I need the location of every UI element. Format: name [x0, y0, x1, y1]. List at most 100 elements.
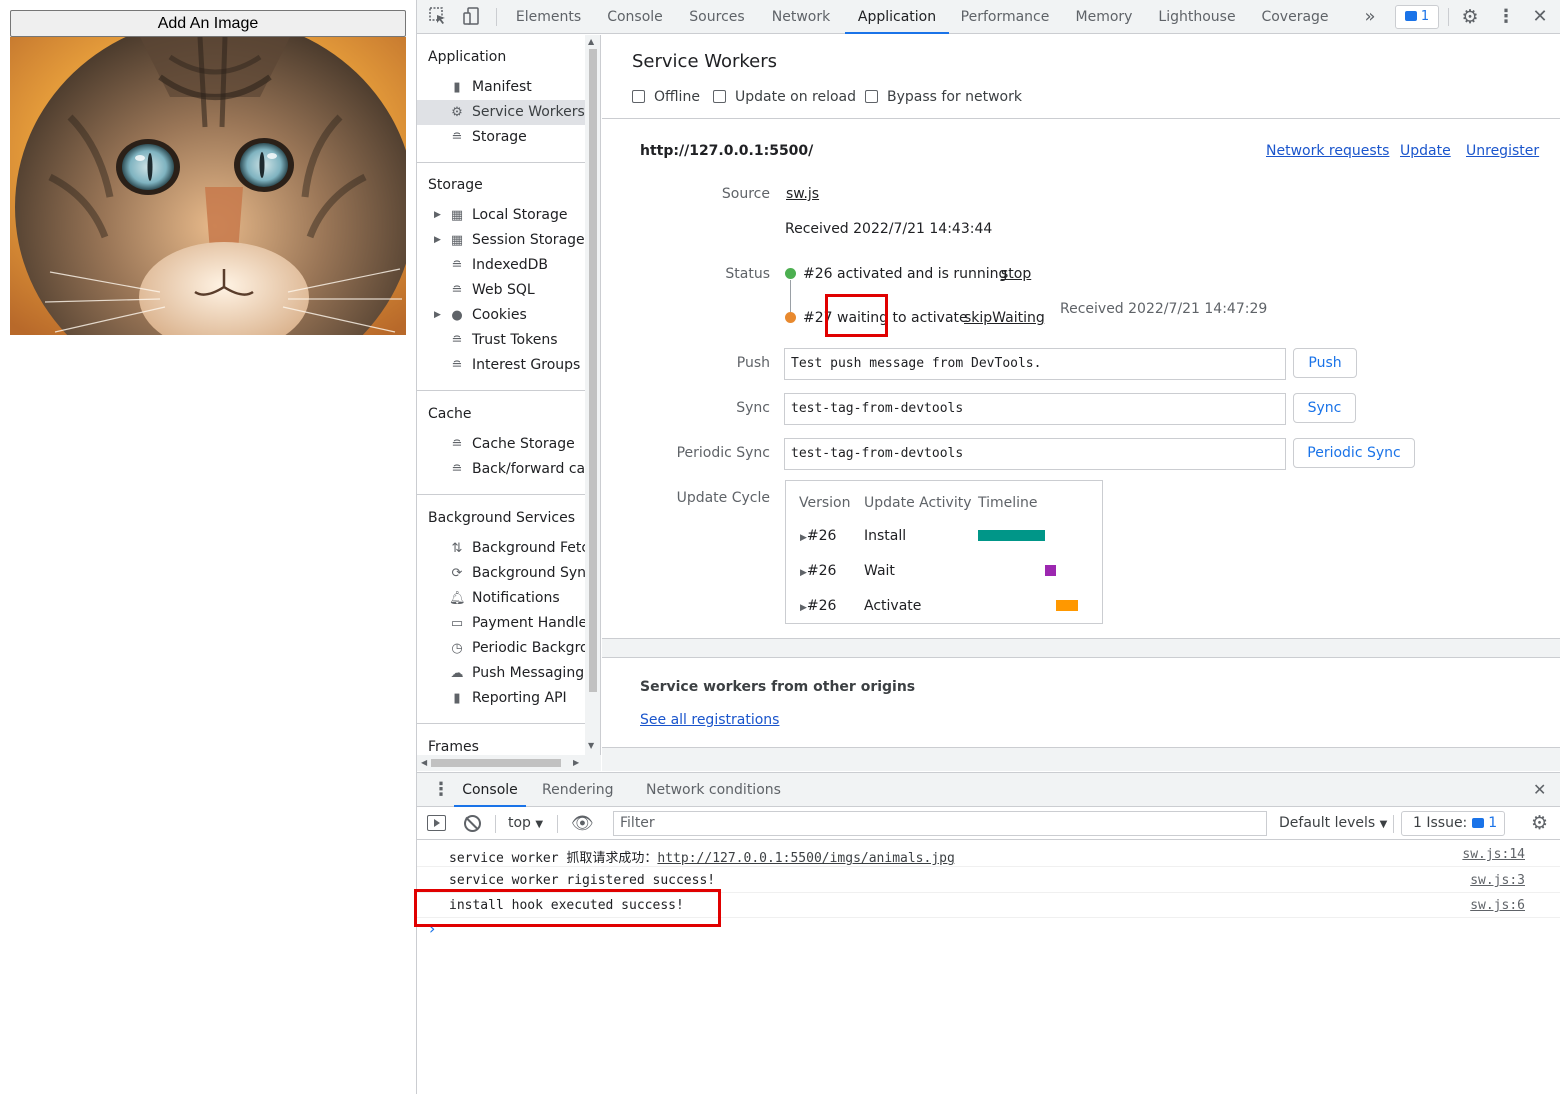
- sidebar-item-local-storage[interactable]: ▶ ▦ Local Storage: [417, 203, 585, 228]
- issue-message-icon: [1471, 818, 1484, 828]
- source-label: Source: [721, 186, 770, 202]
- sidebar-item-background-fetch[interactable]: ⇅Background Fetch: [417, 536, 585, 561]
- received-timestamp: Received 2022/7/21 14:43:44: [785, 221, 993, 237]
- settings-gear-icon[interactable]: ⚙: [1459, 6, 1481, 28]
- drawer-tab-console[interactable]: Console: [454, 773, 526, 807]
- gear-icon: ⚙: [451, 105, 463, 120]
- sidebar-item-storage[interactable]: ≘ Storage: [417, 125, 585, 150]
- file-icon: ▮: [453, 80, 461, 95]
- issue-message-icon: [1404, 11, 1417, 21]
- sidebar-item-back-forward-cache[interactable]: ≘ Back/forward cac: [417, 457, 585, 482]
- tab-console[interactable]: Console: [598, 0, 672, 34]
- tab-coverage[interactable]: Coverage: [1255, 0, 1335, 34]
- clear-console-icon[interactable]: [464, 815, 481, 832]
- sync-tag-input[interactable]: test-tag-from-devtools: [784, 393, 1286, 425]
- sidebar-item-cache-storage[interactable]: ≘ Cache Storage: [417, 432, 585, 457]
- sidebar-item-payment-handler[interactable]: ▭ Payment Handler: [417, 611, 585, 636]
- activate-timeline-bar: [1056, 600, 1078, 611]
- expand-arrow-icon[interactable]: ▶: [434, 228, 441, 253]
- tab-application[interactable]: Application: [845, 0, 949, 34]
- sidebar-item-manifest[interactable]: ▮ Manifest: [417, 75, 585, 100]
- sidebar-item-push-messaging[interactable]: ☁ Push Messaging: [417, 661, 585, 686]
- install-timeline-bar: [978, 530, 1045, 541]
- push-button[interactable]: Push: [1293, 348, 1357, 378]
- context-selector[interactable]: top ▼: [508, 815, 543, 831]
- sidebar-scroll-thumb[interactable]: [589, 49, 597, 692]
- page-viewport: Add An Image: [0, 0, 416, 1094]
- sidebar-horizontal-scrollbar[interactable]: ◀ ▶: [417, 755, 601, 771]
- table-row-version[interactable]: ▶#26: [800, 598, 836, 614]
- devtools-panel: Elements Console Sources Network Applica…: [414, 0, 1560, 1094]
- drawer-tab-network-conditions[interactable]: Network conditions: [646, 773, 781, 807]
- console-source-link[interactable]: sw.js:3: [1470, 873, 1525, 888]
- more-tabs-icon[interactable]: »: [1359, 6, 1381, 28]
- update-link[interactable]: Update: [1400, 143, 1451, 159]
- sidebar-vertical-scrollbar[interactable]: ▲ ▼: [585, 35, 600, 771]
- console-settings-gear-icon[interactable]: ⚙: [1531, 812, 1548, 834]
- table-row-activity: Wait: [864, 563, 895, 579]
- console-source-link[interactable]: sw.js:6: [1470, 898, 1525, 913]
- tab-sources[interactable]: Sources: [682, 0, 752, 34]
- more-options-icon[interactable]: ⋮: [1495, 6, 1517, 28]
- sidebar-item-trust-tokens[interactable]: ≘ Trust Tokens: [417, 328, 585, 353]
- source-file-link[interactable]: sw.js: [786, 186, 819, 202]
- sidebar-item-notifications[interactable]: 🔔︎ Notifications: [417, 586, 585, 611]
- sync-button[interactable]: Sync: [1293, 393, 1356, 423]
- skip-waiting-link[interactable]: skipWaiting: [964, 310, 1045, 326]
- device-toolbar-icon[interactable]: [460, 6, 482, 28]
- bypass-for-network-checkbox[interactable]: Bypass for network: [865, 88, 1022, 106]
- sidebar-item-periodic-background-sync[interactable]: ◷Periodic Background Sync: [417, 636, 585, 661]
- periodic-sync-button[interactable]: Periodic Sync: [1293, 438, 1415, 468]
- sidebar-item-session-storage[interactable]: ▶ ▦ Session Storage: [417, 228, 585, 253]
- tab-network[interactable]: Network: [762, 0, 840, 34]
- push-label: Push: [736, 355, 770, 371]
- see-all-registrations-link[interactable]: See all registrations: [640, 712, 779, 728]
- column-header-timeline: Timeline: [978, 495, 1038, 511]
- push-message-input[interactable]: Test push message from DevTools.: [784, 348, 1286, 380]
- table-icon: ▦: [450, 208, 464, 223]
- add-image-button[interactable]: Add An Image: [10, 10, 406, 37]
- network-requests-link[interactable]: Network requests: [1266, 143, 1389, 159]
- close-devtools-icon[interactable]: ✕: [1529, 6, 1551, 28]
- drawer-menu-icon[interactable]: ⋮: [432, 773, 450, 807]
- cat-image: [10, 37, 406, 335]
- sidebar-item-interest-groups[interactable]: ≘ Interest Groups: [417, 353, 585, 378]
- offline-checkbox[interactable]: Offline: [632, 88, 700, 106]
- tab-lighthouse[interactable]: Lighthouse: [1153, 0, 1241, 34]
- expand-arrow-icon[interactable]: ▶: [434, 203, 441, 228]
- horizontal-scroll-thumb[interactable]: [431, 759, 561, 767]
- sidebar-section-application: Application: [428, 49, 507, 65]
- update-on-reload-checkbox[interactable]: Update on reload: [713, 88, 856, 106]
- expand-arrow-icon[interactable]: ▶: [434, 303, 441, 328]
- sidebar-item-service-workers[interactable]: ⚙ Service Workers: [417, 100, 585, 125]
- close-drawer-icon[interactable]: ✕: [1533, 773, 1546, 807]
- unregister-link[interactable]: Unregister: [1466, 143, 1539, 159]
- table-row-version[interactable]: ▶#26: [800, 528, 836, 544]
- console-issues-button[interactable]: 1 Issue: 1: [1401, 811, 1505, 836]
- sidebar-item-web-sql[interactable]: ≘ Web SQL: [417, 278, 585, 303]
- table-row-version[interactable]: ▶#26: [800, 563, 836, 579]
- sidebar-item-reporting-api[interactable]: ▮ Reporting API: [417, 686, 585, 711]
- database-icon: ≘: [451, 283, 463, 298]
- sync-icon: ⟳: [451, 566, 463, 581]
- drawer-tab-rendering[interactable]: Rendering: [542, 773, 614, 807]
- console-source-link[interactable]: sw.js:14: [1462, 847, 1525, 862]
- sidebar-item-cookies[interactable]: ▶ ● Cookies: [417, 303, 585, 328]
- issues-counter-button[interactable]: 1: [1395, 5, 1439, 29]
- credit-card-icon: ▭: [450, 616, 464, 631]
- console-message-url-link[interactable]: http://127.0.0.1:5500/imgs/animals.jpg: [657, 851, 954, 866]
- tab-performance[interactable]: Performance: [955, 0, 1055, 34]
- tab-memory[interactable]: Memory: [1069, 0, 1139, 34]
- service-workers-pane: Service Workers Offline Update on reload…: [602, 35, 1560, 771]
- sidebar-item-background-sync[interactable]: ⟳ Background Sync: [417, 561, 585, 586]
- tab-elements[interactable]: Elements: [507, 0, 590, 34]
- console-filter-input[interactable]: Filter: [613, 811, 1267, 836]
- eye-icon[interactable]: 👁︎: [571, 813, 594, 834]
- sidebar-section-background-services: Background Services: [428, 510, 576, 526]
- sidebar-item-indexeddb[interactable]: ≘ IndexedDB: [417, 253, 585, 278]
- sidebar-toggle-icon[interactable]: [427, 815, 446, 831]
- log-levels-dropdown[interactable]: Default levels ▼: [1279, 815, 1387, 831]
- inspect-element-icon[interactable]: [427, 6, 449, 28]
- periodic-sync-tag-input[interactable]: test-tag-from-devtools: [784, 438, 1286, 470]
- stop-link[interactable]: stop: [1001, 266, 1031, 282]
